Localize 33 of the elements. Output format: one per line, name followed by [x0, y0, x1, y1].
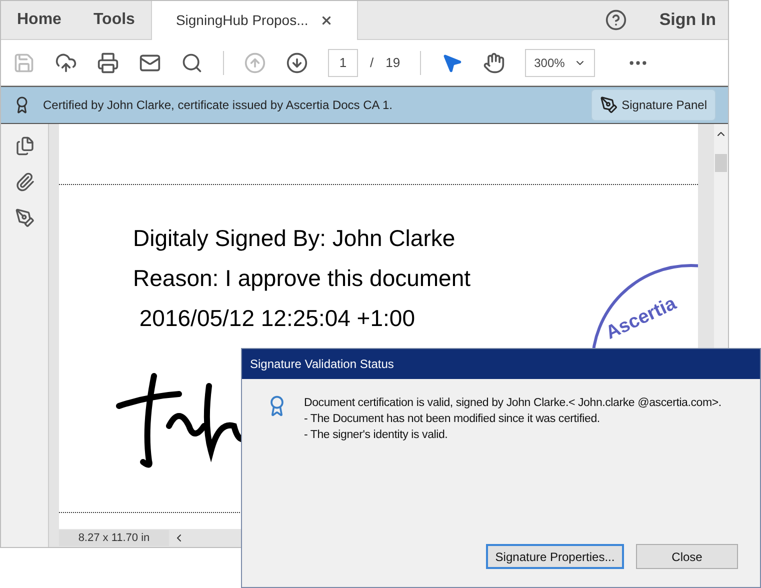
pages-icon[interactable]	[14, 136, 34, 156]
pointer-icon[interactable]	[441, 52, 464, 74]
pen-icon	[600, 96, 618, 114]
page-size-label: 8.27 x 11.70 in	[59, 530, 169, 546]
dialog-message-line: - The Document has not been modified since it was certified.	[304, 412, 601, 427]
printer-icon[interactable]	[97, 52, 119, 74]
scrollbar-thumb[interactable]	[715, 154, 727, 172]
arrow-down-icon[interactable]	[286, 52, 308, 74]
tab[interactable]: Tools	[77, 1, 151, 39]
document-text-line: Digitaly Signed By: John Clarke	[133, 224, 456, 253]
search-icon[interactable]	[181, 52, 203, 74]
page-number-field[interactable]: 1	[328, 48, 358, 76]
signature-panel-button[interactable]: Signature Panel	[590, 89, 716, 121]
pen-icon[interactable]	[14, 208, 34, 228]
help-icon[interactable]	[605, 9, 628, 31]
tab[interactable]: Home	[1, 1, 78, 39]
dialog-message-line: Document certification is valid, signed by John Clarke.< John.clarke @ascertia.com>.	[304, 396, 722, 411]
dialog-button[interactable]: Signature Properties...	[486, 544, 624, 569]
page-separator: /	[370, 54, 374, 72]
certification-text: Certified by John Clarke, certificate issued by Ascertia Docs CA 1.	[43, 97, 394, 114]
zoom-dropdown[interactable]: 300%	[525, 48, 596, 76]
sign-in-button[interactable]: Sign In	[647, 1, 728, 39]
document-text-line: 2016/05/12 12:25:04 +1:00	[138, 304, 416, 333]
upload-icon[interactable]	[55, 52, 77, 74]
dialog-title: Signature Validation Status	[250, 356, 394, 373]
close-icon[interactable]	[320, 14, 334, 27]
tab[interactable]: SigningHub Propos...	[150, 1, 358, 40]
dialog-message-line: - The signer's identity is valid.	[304, 428, 449, 443]
paperclip-icon[interactable]	[14, 172, 34, 192]
document-text-line: Reason: I approve this document	[133, 264, 471, 293]
dialog-button[interactable]: Close	[636, 544, 738, 569]
hand-icon[interactable]	[483, 52, 506, 74]
page-count: 19	[386, 54, 400, 72]
